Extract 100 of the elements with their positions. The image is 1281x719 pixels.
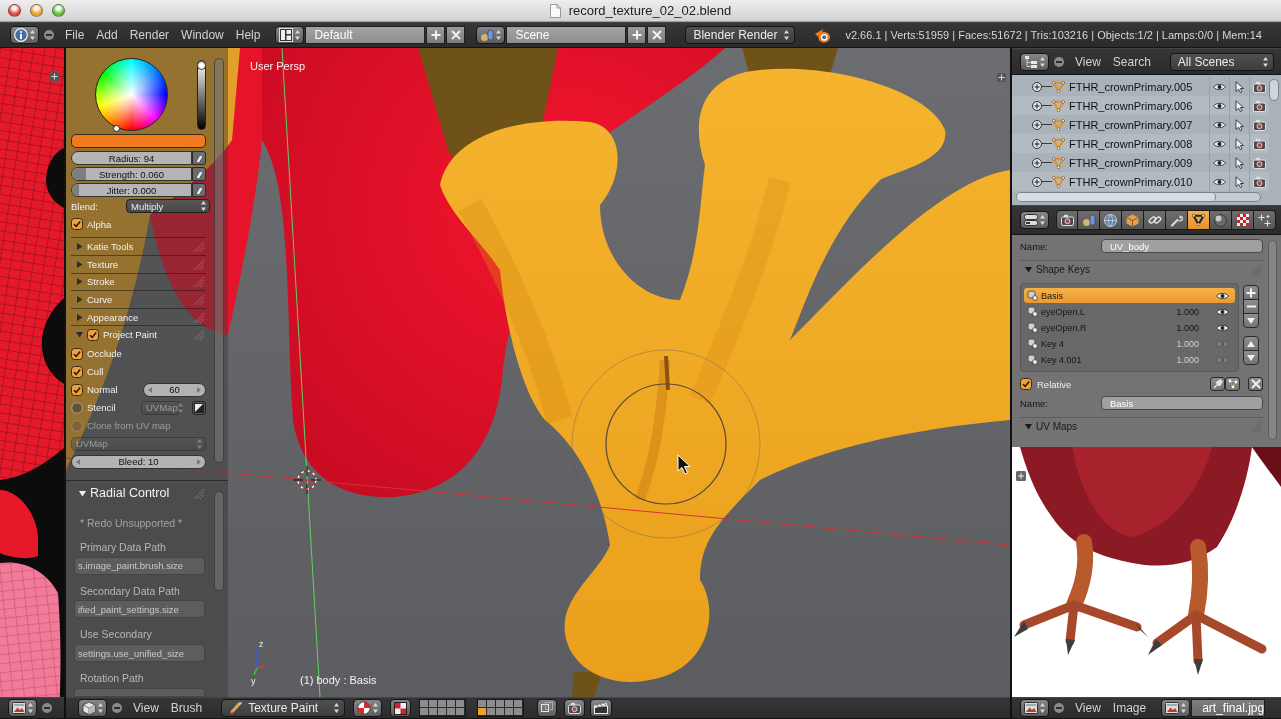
- menu-item[interactable]: View: [1069, 699, 1107, 717]
- pressure-button[interactable]: [192, 151, 206, 165]
- editor-type-button[interactable]: [10, 26, 39, 44]
- pin-button[interactable]: [1210, 377, 1225, 391]
- scrollbar[interactable]: [214, 491, 224, 591]
- layer-button[interactable]: [438, 700, 448, 708]
- layer-button[interactable]: [487, 708, 497, 716]
- menu-item[interactable]: Search: [1106, 52, 1157, 71]
- scrollbar[interactable]: [214, 58, 224, 463]
- clear-button[interactable]: [1248, 377, 1263, 391]
- zoom-window-button[interactable]: [52, 4, 65, 17]
- eye-icon[interactable]: [1213, 139, 1226, 148]
- render-engine-dropdown[interactable]: Blender Render: [685, 26, 796, 44]
- lock-layers-button[interactable]: [537, 699, 558, 717]
- shading-button[interactable]: [353, 699, 383, 717]
- object-name[interactable]: FTHR_crownPrimary.007: [1069, 118, 1209, 131]
- delete-scene-button[interactable]: [647, 26, 667, 44]
- object-name[interactable]: FTHR_crownPrimary.005: [1069, 80, 1209, 93]
- menu-item[interactable]: Brush: [164, 699, 209, 717]
- layer-button[interactable]: [514, 700, 524, 708]
- pointer-icon[interactable]: [1235, 175, 1244, 188]
- checkbox[interactable]: [87, 328, 99, 341]
- display-mode-dropdown[interactable]: All Scenes: [1169, 52, 1274, 71]
- menu-item[interactable]: Image: [1106, 699, 1153, 717]
- expand-icon[interactable]: [1032, 100, 1042, 111]
- minimize-window-button[interactable]: [30, 4, 43, 17]
- editor-type-button[interactable]: [1020, 699, 1049, 717]
- checkbox[interactable]: [1020, 378, 1032, 390]
- checkbox[interactable]: [71, 401, 83, 414]
- menu-item[interactable]: Help: [229, 26, 267, 44]
- color-picker-handle[interactable]: [113, 125, 120, 132]
- pointer-icon[interactable]: [1235, 118, 1244, 131]
- camera-icon[interactable]: [1253, 137, 1266, 150]
- object-name[interactable]: FTHR_crownPrimary.008: [1069, 137, 1209, 150]
- layer-button[interactable]: [420, 700, 430, 708]
- layer-button[interactable]: [429, 708, 439, 716]
- outliner-row[interactable]: FTHR_crownPrimary.006: [1012, 96, 1269, 115]
- layer-button[interactable]: [478, 700, 488, 708]
- panel-header[interactable]: Appearance: [71, 307, 206, 326]
- editor-type-button[interactable]: [1020, 211, 1049, 229]
- minus-circle-icon[interactable]: [1054, 56, 1064, 67]
- object-name[interactable]: FTHR_crownPrimary.006: [1069, 99, 1209, 112]
- layer-button[interactable]: [447, 708, 457, 716]
- properties-tab[interactable]: [1254, 210, 1276, 230]
- shape-key-value[interactable]: 1.000: [1155, 354, 1199, 365]
- layer-button[interactable]: [514, 708, 524, 716]
- menu-item[interactable]: Add: [90, 26, 124, 44]
- checkbox[interactable]: [71, 347, 83, 360]
- brush-number-field[interactable]: Radius: 94: [71, 151, 192, 165]
- properties-tab[interactable]: [1122, 210, 1144, 230]
- properties-tab[interactable]: [1166, 210, 1188, 230]
- layer-button[interactable]: [456, 708, 466, 716]
- layer-button[interactable]: [456, 700, 466, 708]
- scrollbar[interactable]: [1268, 240, 1277, 440]
- properties-tab[interactable]: [1188, 210, 1210, 230]
- properties-tab[interactable]: [1056, 210, 1078, 230]
- pointer-icon[interactable]: [1235, 99, 1244, 112]
- menu-item[interactable]: View: [1069, 52, 1107, 71]
- expand-icon[interactable]: [1032, 176, 1042, 187]
- eye-icon[interactable]: [1213, 82, 1226, 91]
- move-down-button[interactable]: [1243, 350, 1259, 365]
- image-name-field[interactable]: art_final.jpg: [1191, 699, 1266, 717]
- minus-circle-icon[interactable]: [44, 30, 54, 40]
- value-slider[interactable]: [197, 60, 206, 130]
- object-name[interactable]: FTHR_crownPrimary.009: [1069, 156, 1209, 169]
- render-button[interactable]: [564, 699, 586, 717]
- layer-button[interactable]: [505, 708, 515, 716]
- layer-button[interactable]: [447, 700, 457, 708]
- render-animation-button[interactable]: [590, 699, 613, 717]
- edit-mode-button[interactable]: [1225, 377, 1240, 391]
- minus-circle-icon[interactable]: [112, 703, 122, 713]
- brush-slider[interactable]: Strength: 0.060: [71, 167, 192, 181]
- menu-item[interactable]: File: [59, 26, 91, 44]
- layer-button[interactable]: [429, 700, 439, 708]
- properties-tab[interactable]: [1100, 210, 1122, 230]
- camera-icon[interactable]: [1253, 175, 1266, 188]
- shape-key-row[interactable]: Basis: [1024, 288, 1235, 303]
- slider-handle[interactable]: [197, 61, 206, 70]
- specials-menu-button[interactable]: [1243, 313, 1259, 328]
- outliner-row[interactable]: FTHR_crownPrimary.010: [1012, 172, 1269, 191]
- plus-icon[interactable]: [1016, 471, 1026, 481]
- path-field[interactable]: s.image_paint.brush.size: [74, 556, 205, 575]
- vertical-scrollbar[interactable]: [1269, 79, 1279, 101]
- scene-browse-button[interactable]: [476, 26, 506, 44]
- expand-icon[interactable]: [1032, 119, 1042, 130]
- pressure-button[interactable]: [192, 183, 206, 197]
- eye-icon[interactable]: [1213, 120, 1226, 129]
- layer-button[interactable]: [438, 708, 448, 716]
- layer-button[interactable]: [496, 708, 506, 716]
- horizontal-scrollbar[interactable]: [1016, 192, 1261, 202]
- pointer-icon[interactable]: [1235, 80, 1244, 93]
- path-field[interactable]: [74, 687, 205, 697]
- eye-icon[interactable]: [1216, 323, 1229, 332]
- brush-color-field[interactable]: [71, 134, 206, 148]
- delete-layout-button[interactable]: [446, 26, 466, 44]
- eye-icon[interactable]: [1216, 291, 1229, 300]
- object-name[interactable]: FTHR_crownPrimary.010: [1069, 175, 1209, 188]
- checkbox[interactable]: [71, 218, 83, 230]
- menu-item[interactable]: Render: [123, 26, 176, 44]
- properties-tab[interactable]: [1210, 210, 1232, 230]
